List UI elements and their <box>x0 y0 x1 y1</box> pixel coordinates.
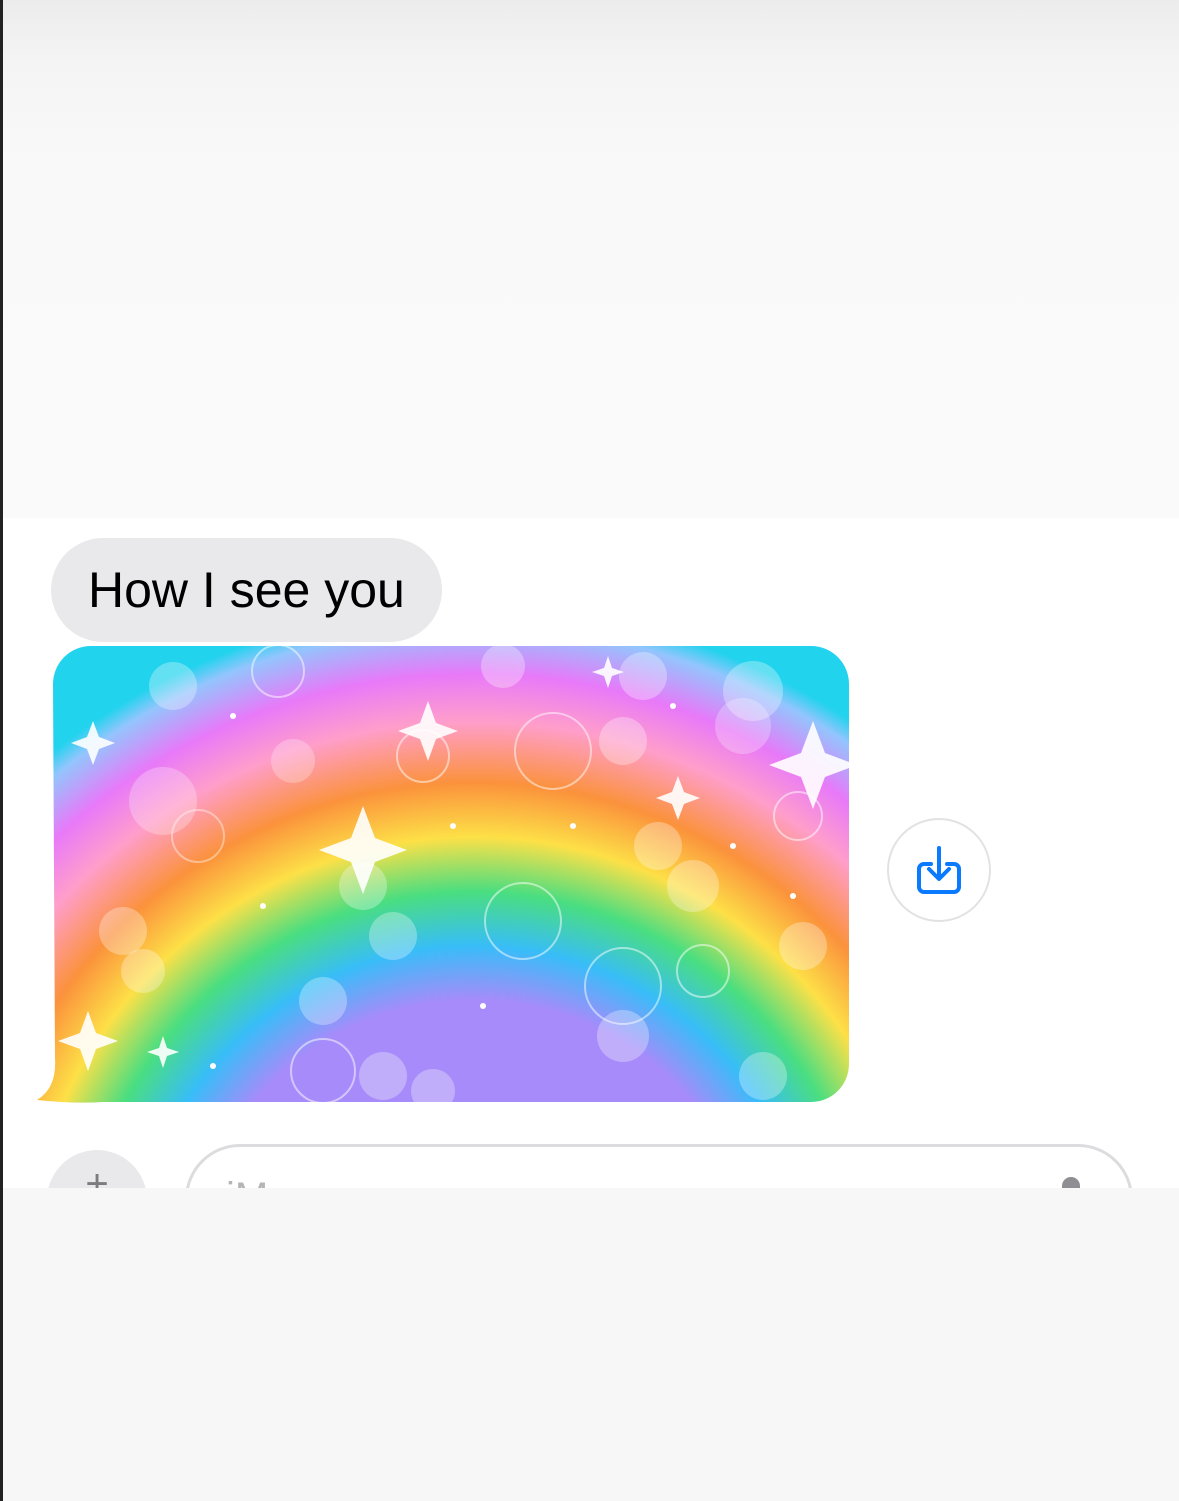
save-to-photos-icon <box>917 846 961 894</box>
incoming-image-message[interactable] <box>33 646 853 1106</box>
message-input[interactable]: iMessage <box>185 1144 1133 1188</box>
message-input-placeholder: iMessage <box>226 1173 397 1188</box>
apps-plus-button[interactable]: + <box>47 1150 147 1188</box>
top-blur-area <box>3 0 1179 518</box>
plus-icon: + <box>85 1162 109 1188</box>
bottom-blur-area <box>3 1188 1179 1501</box>
microphone-icon[interactable] <box>1062 1177 1080 1188</box>
conversation-area[interactable]: How I see you + <box>3 518 1179 1188</box>
incoming-message-bubble[interactable]: How I see you <box>51 538 442 642</box>
screen: How I see you + <box>0 0 1179 1501</box>
save-image-button[interactable] <box>887 818 991 922</box>
rainbow-glitter-image <box>37 646 849 1103</box>
